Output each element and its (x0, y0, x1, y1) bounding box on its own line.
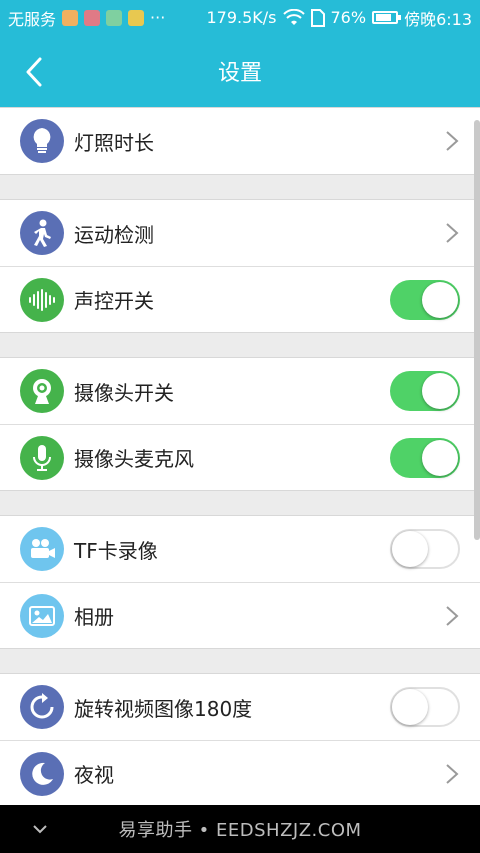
status-bar: 无服务 ··· 179.5K/s 76% 傍晚6:13 (0, 0, 480, 35)
setting-label: 相册 (74, 605, 114, 629)
setting-light-duration[interactable]: 灯照时长 (0, 108, 480, 174)
person-walking-icon (20, 211, 64, 255)
settings-group: TF卡录像 相册 (0, 515, 480, 649)
video-camera-icon (20, 527, 64, 571)
moon-icon (20, 751, 64, 796)
microphone-icon (20, 435, 64, 480)
setting-label: 摄像头麦克风 (74, 447, 194, 471)
setting-night-vision[interactable]: 夜视 (0, 740, 480, 806)
app-notification-icon (106, 9, 123, 26)
settings-group: 灯照时长 (0, 107, 480, 175)
setting-label: 声控开关 (74, 289, 154, 313)
rotate-icon (20, 685, 64, 729)
wifi-icon (282, 8, 305, 25)
battery-icon (372, 11, 402, 24)
setting-tf-card-recording[interactable]: TF卡录像 (0, 516, 480, 582)
tf-card-recording-toggle[interactable] (390, 529, 460, 569)
setting-label: 旋转视频图像180度 (74, 696, 253, 721)
settings-list: 灯照时长 运动检测 声控开关 摄像头开关 摄像头麦克风 TF卡录像 相册 旋转视… (0, 107, 480, 807)
app-notification-icon (84, 9, 101, 26)
camera-switch-toggle[interactable] (390, 371, 460, 411)
voice-switch-toggle[interactable] (390, 279, 460, 320)
setting-label: 灯照时长 (74, 130, 154, 155)
app-notification-icon (128, 9, 145, 26)
watermark-text: 易享助手 • EEDSHZJZ.COM (118, 820, 362, 841)
setting-motion-detection[interactable]: 运动检测 (0, 200, 480, 266)
carrier-text: 无服务 (8, 9, 57, 29)
more-notifications: ··· (150, 8, 166, 27)
network-speed: 179.5K/s (206, 8, 277, 27)
settings-group: 旋转视频图像180度 夜视 (0, 673, 480, 807)
clock: 傍晚6:13 (404, 9, 472, 29)
lightbulb-icon (20, 119, 64, 163)
chevron-right-icon (446, 763, 459, 784)
setting-camera-switch[interactable]: 摄像头开关 (0, 358, 480, 424)
nav-bar: 设置 (0, 35, 480, 107)
chevron-right-icon (446, 223, 459, 243)
chevron-right-icon (446, 605, 459, 626)
camera-microphone-toggle[interactable] (390, 437, 460, 478)
setting-camera-microphone[interactable]: 摄像头麦克风 (0, 424, 480, 490)
setting-label: TF卡录像 (74, 538, 158, 563)
setting-label: 运动检测 (74, 222, 154, 247)
chevron-right-icon (446, 131, 459, 151)
settings-group: 运动检测 声控开关 (0, 199, 480, 333)
rotate-video-toggle[interactable] (390, 687, 460, 727)
setting-voice-switch[interactable]: 声控开关 (0, 266, 480, 332)
setting-rotate-video[interactable]: 旋转视频图像180度 (0, 674, 480, 740)
setting-label: 夜视 (74, 763, 114, 787)
setting-label: 摄像头开关 (74, 380, 174, 405)
chevron-down-icon[interactable] (30, 819, 50, 839)
scrollbar[interactable] (474, 120, 480, 540)
webcam-icon (20, 369, 64, 413)
sound-wave-icon (20, 277, 64, 322)
battery-percent: 76% (330, 8, 367, 27)
system-nav-bar: 易享助手 • EEDSHZJZ.COM (0, 805, 480, 853)
settings-group: 摄像头开关 摄像头麦克风 (0, 357, 480, 491)
setting-album[interactable]: 相册 (0, 582, 480, 648)
image-icon (20, 593, 64, 638)
app-notification-icon (62, 9, 79, 26)
header-bar: 无服务 ··· 179.5K/s 76% 傍晚6:13 设置 (0, 0, 480, 107)
page-title: 设置 (217, 61, 262, 86)
sim-icon (310, 8, 325, 27)
